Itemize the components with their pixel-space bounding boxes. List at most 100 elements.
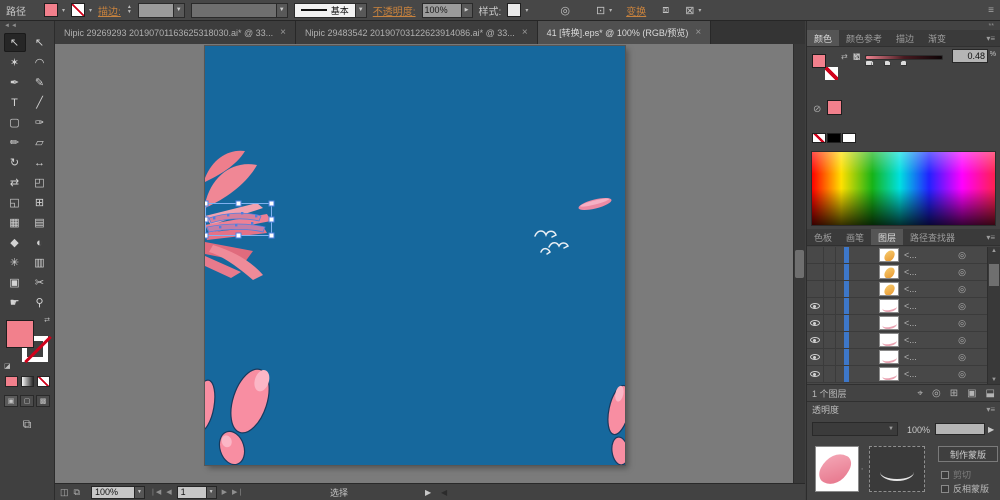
curvature-tool[interactable]: ✎ (29, 73, 51, 92)
isolate-dropdown-icon[interactable]: ▾ (698, 7, 701, 14)
layer-target-icon[interactable]: ◎ (958, 267, 966, 278)
layer-name[interactable]: <... (904, 352, 917, 362)
pencil-tool[interactable]: ✏ (4, 133, 26, 152)
mixer-fill-stroke-proxy[interactable] (812, 54, 838, 80)
hscroll-left-icon[interactable]: ◀ (441, 488, 447, 497)
black-swatch[interactable] (827, 133, 841, 143)
scroll-down-icon[interactable]: ▼ (988, 377, 1000, 383)
tab-transparency[interactable]: 透明度 (812, 403, 839, 416)
perspective-grid-tool[interactable]: ⊞ (29, 193, 51, 212)
delete-layer-icon[interactable]: ⬓ (986, 388, 995, 399)
lock-toggle[interactable] (824, 366, 836, 382)
layer-name[interactable]: <... (904, 318, 917, 328)
none-swatch[interactable] (812, 133, 826, 143)
layer-name[interactable]: <... (904, 284, 917, 294)
layer-target-icon[interactable]: ◎ (958, 301, 966, 312)
stroke-color-swatch[interactable] (71, 3, 86, 17)
layer-thumbnail[interactable] (879, 333, 899, 347)
layer-row[interactable]: <... ◎ (807, 349, 1000, 366)
prev-artboard-icon[interactable]: ◀ (166, 488, 171, 496)
rectangle-tool[interactable]: ▢ (4, 113, 26, 132)
layer-target-icon[interactable]: ◎ (958, 250, 966, 261)
mesh-tool[interactable]: ▦ (4, 213, 26, 232)
document-tab[interactable]: Nipic 29483542 20190703122623914086.ai* … (296, 21, 538, 44)
tab-brushes[interactable]: 画笔 (839, 229, 871, 245)
select-similar-dropdown-icon[interactable]: ▾ (609, 7, 612, 14)
draw-behind-button[interactable]: ▢ (20, 395, 34, 407)
blend-mode-dropdown[interactable]: ▼ (812, 422, 898, 436)
layer-row[interactable]: <... ◎ (807, 298, 1000, 315)
layer-row[interactable]: <... ◎ (807, 366, 1000, 383)
default-fill-stroke-icon[interactable]: ◪ (4, 362, 11, 370)
clip-checkbox-row[interactable]: 剪切 (941, 468, 971, 481)
layer-name[interactable]: <... (904, 250, 917, 260)
line-segment-tool[interactable]: ╱ (29, 93, 51, 112)
layer-thumbnail[interactable] (879, 316, 899, 330)
scrollbar-thumb[interactable] (795, 250, 804, 278)
panel-menu-icon[interactable]: ▾≡ (986, 405, 995, 414)
eraser-tool[interactable]: ▱ (29, 133, 51, 152)
layer-row[interactable]: <... ◎ (807, 281, 1000, 298)
invert-mask-checkbox[interactable] (941, 484, 949, 493)
dock-collapse-icon[interactable]: ** (989, 23, 994, 30)
swap-fill-stroke-icon[interactable]: ⇄ (44, 316, 50, 324)
layer-thumbnail[interactable] (879, 350, 899, 364)
select-similar-icon[interactable]: ⊡ (596, 4, 605, 17)
style-swatch[interactable] (507, 3, 522, 17)
scroll-up-icon[interactable]: ▲ (988, 248, 1000, 254)
layer-row[interactable]: <... ◎ (807, 247, 1000, 264)
isolate-icon[interactable]: ⊠ (685, 4, 694, 17)
layer-target-icon[interactable]: ◎ (958, 318, 966, 329)
lock-toggle[interactable] (824, 264, 836, 280)
rotate-tool[interactable]: ↻ (4, 153, 26, 172)
first-artboard-icon[interactable]: ❘◀ (150, 488, 161, 496)
channel-value-input[interactable]: 0.48 (952, 49, 988, 63)
artboard[interactable] (205, 46, 625, 465)
control-bar-menu-icon[interactable]: ≡ (988, 5, 994, 16)
mask-thumbnail[interactable] (869, 446, 925, 492)
last-artboard-icon[interactable]: ▶❘ (232, 488, 243, 496)
visibility-toggle[interactable] (807, 281, 824, 297)
transparency-opacity-value[interactable]: 100% (907, 425, 930, 435)
artboard-tool[interactable]: ▣ (4, 273, 26, 292)
lock-toggle[interactable] (824, 247, 836, 263)
visibility-toggle[interactable] (807, 264, 824, 280)
new-sublayer-icon[interactable]: ⊞ (950, 388, 958, 399)
width-tool[interactable]: ⇄ (4, 173, 26, 192)
layers-scrollbar-thumb[interactable] (989, 264, 999, 286)
tab-close-icon[interactable]: × (280, 27, 286, 38)
width-profile-combo[interactable]: ▼ (190, 2, 288, 18)
next-artboard-icon[interactable]: ▶ (222, 488, 227, 496)
lock-toggle[interactable] (824, 281, 836, 297)
layer-row[interactable]: <... ◎ (807, 264, 1000, 281)
draw-inside-button[interactable]: ▩ (36, 395, 50, 407)
stroke-dropdown-icon[interactable]: ▾ (89, 7, 92, 14)
color-mode-button[interactable] (4, 376, 18, 387)
layer-thumbnail[interactable] (879, 248, 899, 262)
eyedropper-tool[interactable]: ◆ (4, 233, 26, 252)
fill-proxy-swatch[interactable] (6, 320, 34, 348)
new-layer-icon[interactable]: ▣ (967, 388, 976, 399)
opacity-combo[interactable]: 100% ▶ (421, 2, 473, 18)
layer-row[interactable]: <... ◎ (807, 315, 1000, 332)
tab-stroke[interactable]: 描边 (889, 30, 921, 46)
visibility-toggle[interactable] (807, 366, 824, 382)
white-swatch[interactable] (842, 133, 856, 143)
blend-tool[interactable]: ◐ (29, 233, 51, 252)
document-setup-icon[interactable]: ◎ (560, 4, 570, 17)
visibility-toggle[interactable] (807, 349, 824, 365)
locate-object-icon[interactable]: ⌖ (917, 388, 923, 399)
free-transform-tool[interactable]: ◰ (29, 173, 51, 192)
layer-thumbnail[interactable] (879, 367, 899, 381)
align-icon[interactable]: ⧈ (662, 4, 669, 17)
clip-checkbox[interactable] (941, 470, 949, 479)
transform-link[interactable]: 变换 (626, 3, 646, 18)
symbol-sprayer-tool[interactable]: ✳ (4, 253, 26, 272)
lock-toggle[interactable] (824, 349, 836, 365)
hand-tool[interactable]: ☛ (4, 293, 26, 312)
artboard-nav-combo[interactable]: 1 ▼ (176, 485, 217, 499)
magic-wand-tool[interactable]: ✶ (4, 53, 26, 72)
direct-selection-tool[interactable]: ↖ (29, 33, 51, 52)
layers-scrollbar[interactable]: ▲ ▼ (987, 247, 1000, 384)
gradient-mode-button[interactable] (20, 376, 34, 387)
